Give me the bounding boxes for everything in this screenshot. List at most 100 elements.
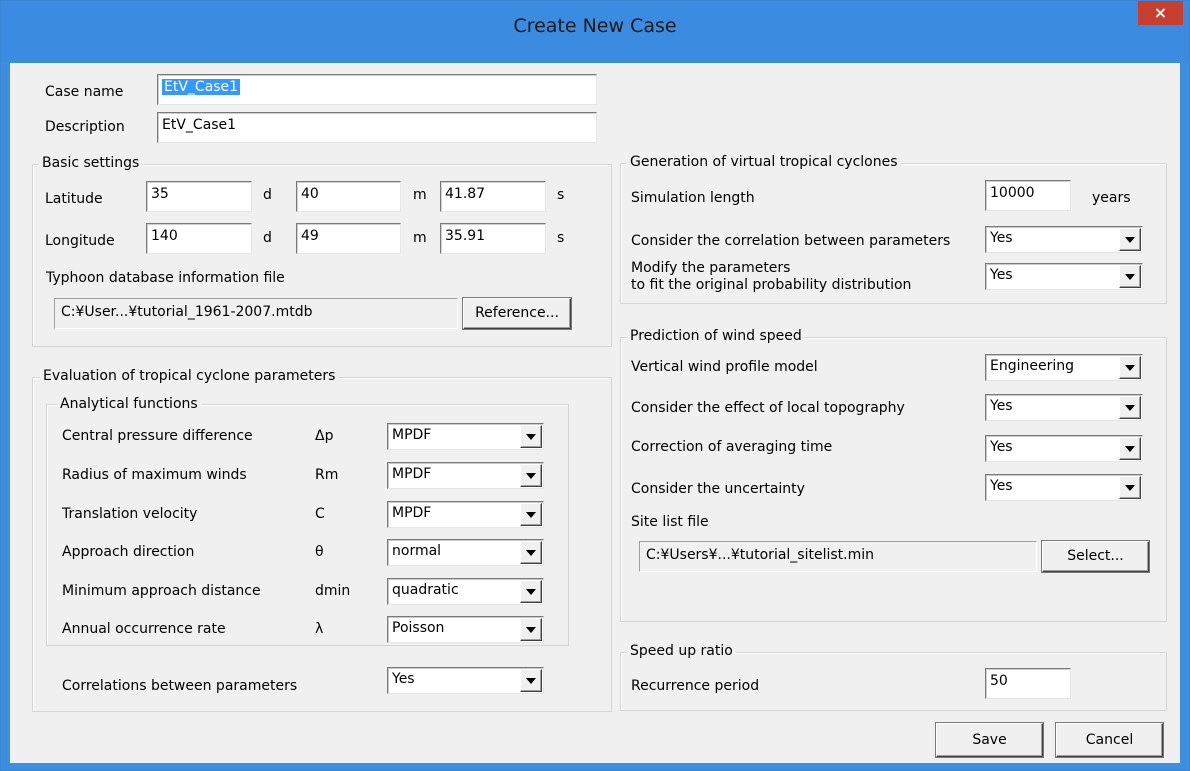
uncertainty-label: Consider the uncertainty bbox=[631, 481, 805, 497]
param-select-value: MPDF bbox=[392, 427, 432, 443]
reference-button[interactable]: Reference... bbox=[463, 298, 571, 329]
correlations-label: Correlations between parameters bbox=[62, 678, 298, 694]
minutes-unit: m bbox=[413, 230, 427, 246]
param-label: Annual occurrence rate bbox=[62, 621, 226, 637]
param-symbol: Rm bbox=[315, 467, 339, 483]
seconds-unit: s bbox=[557, 187, 565, 203]
chevron-down-icon[interactable] bbox=[520, 541, 542, 564]
param-label: Radius of maximum winds bbox=[62, 467, 247, 483]
longitude-minutes-input[interactable]: 49 bbox=[296, 223, 401, 254]
cancel-button[interactable]: Cancel bbox=[1056, 723, 1163, 757]
param-select[interactable]: normal bbox=[387, 539, 544, 566]
param-select-value: MPDF bbox=[392, 466, 432, 482]
latitude-label: Latitude bbox=[45, 191, 103, 207]
param-select-value: quadratic bbox=[392, 582, 459, 598]
chevron-down-icon[interactable] bbox=[1119, 265, 1141, 288]
param-select[interactable]: Poisson bbox=[387, 616, 544, 643]
select-button[interactable]: Select... bbox=[1042, 541, 1149, 572]
dialog-body: Case name EtV_Case1 Description EtV_Case… bbox=[10, 63, 1180, 763]
simulation-length-label: Simulation length bbox=[631, 190, 755, 206]
averaging-time-select[interactable]: Yes bbox=[985, 435, 1143, 462]
profile-model-select-value: Engineering bbox=[990, 358, 1074, 374]
seconds-unit: s bbox=[557, 230, 565, 246]
case-name-value: EtV_Case1 bbox=[162, 79, 241, 95]
latitude-minutes-input[interactable]: 40 bbox=[296, 181, 401, 212]
param-label: Minimum approach distance bbox=[62, 583, 261, 599]
save-button[interactable]: Save bbox=[936, 723, 1043, 757]
chevron-down-icon[interactable] bbox=[520, 464, 542, 487]
longitude-degrees-input[interactable]: 140 bbox=[146, 223, 252, 254]
title-bar[interactable]: Create New Case × bbox=[1, 1, 1189, 63]
param-label: Central pressure difference bbox=[62, 428, 253, 444]
degrees-unit: d bbox=[263, 230, 272, 246]
database-file-path: C:¥User...¥tutorial_1961-2007.mtdb bbox=[54, 298, 458, 329]
chevron-down-icon[interactable] bbox=[520, 580, 542, 603]
dialog-window: Create New Case × Case name EtV_Case1 De… bbox=[0, 0, 1190, 771]
simulation-length-input[interactable]: 10000 bbox=[985, 180, 1071, 211]
profile-model-label: Vertical wind profile model bbox=[631, 359, 818, 375]
recurrence-period-input[interactable]: 50 bbox=[985, 668, 1071, 699]
averaging-time-select-value: Yes bbox=[990, 439, 1013, 455]
modify-select-value: Yes bbox=[990, 267, 1013, 283]
param-symbol: C bbox=[315, 506, 325, 522]
chevron-down-icon[interactable] bbox=[520, 425, 542, 448]
param-label: Translation velocity bbox=[62, 506, 198, 522]
chevron-down-icon[interactable] bbox=[520, 669, 542, 692]
latitude-seconds-input[interactable]: 41.87 bbox=[440, 181, 546, 212]
recurrence-period-label: Recurrence period bbox=[631, 678, 760, 694]
dialog-title: Create New Case bbox=[513, 15, 677, 37]
correlations-select-value: Yes bbox=[392, 671, 415, 687]
description-label: Description bbox=[45, 119, 125, 135]
param-label: Approach direction bbox=[62, 544, 195, 560]
degrees-unit: d bbox=[263, 187, 272, 203]
param-select-value: Poisson bbox=[392, 620, 445, 636]
chevron-down-icon[interactable] bbox=[1119, 476, 1141, 499]
generation-title: Generation of virtual tropical cyclones bbox=[627, 154, 901, 170]
modify-label-line1: Modify the parameters bbox=[631, 260, 791, 276]
correlation-select[interactable]: Yes bbox=[985, 226, 1143, 253]
case-name-input[interactable]: EtV_Case1 bbox=[157, 74, 597, 105]
close-icon: × bbox=[1153, 3, 1168, 22]
param-select[interactable]: MPDF bbox=[387, 423, 544, 450]
simulation-length-unit: years bbox=[1092, 190, 1131, 206]
correlation-select-value: Yes bbox=[990, 230, 1013, 246]
param-select[interactable]: MPDF bbox=[387, 501, 544, 528]
averaging-time-label: Correction of averaging time bbox=[631, 439, 833, 455]
close-button[interactable]: × bbox=[1138, 1, 1183, 25]
basic-settings-title: Basic settings bbox=[39, 155, 143, 171]
param-select[interactable]: quadratic bbox=[387, 578, 544, 605]
param-symbol: λ bbox=[315, 621, 324, 637]
uncertainty-select-value: Yes bbox=[990, 478, 1013, 494]
analytical-functions-title: Analytical functions bbox=[57, 396, 201, 412]
latitude-degrees-input[interactable]: 35 bbox=[146, 181, 252, 212]
chevron-down-icon[interactable] bbox=[1119, 437, 1141, 460]
topography-select-value: Yes bbox=[990, 398, 1013, 414]
site-list-label: Site list file bbox=[631, 514, 709, 530]
database-file-label: Typhoon database information file bbox=[46, 270, 285, 286]
minutes-unit: m bbox=[413, 187, 427, 203]
evaluation-title: Evaluation of tropical cyclone parameter… bbox=[40, 368, 339, 384]
param-select-value: MPDF bbox=[392, 505, 432, 521]
case-name-label: Case name bbox=[45, 84, 124, 100]
uncertainty-select[interactable]: Yes bbox=[985, 474, 1143, 501]
chevron-down-icon[interactable] bbox=[520, 503, 542, 526]
prediction-title: Prediction of wind speed bbox=[627, 328, 805, 344]
chevron-down-icon[interactable] bbox=[520, 618, 542, 641]
correlation-label: Consider the correlation between paramet… bbox=[631, 233, 951, 249]
modify-select[interactable]: Yes bbox=[985, 263, 1143, 290]
param-symbol: θ bbox=[315, 544, 324, 560]
chevron-down-icon[interactable] bbox=[1119, 356, 1141, 379]
correlations-select[interactable]: Yes bbox=[387, 667, 544, 694]
param-symbol: dmin bbox=[315, 583, 351, 599]
description-input[interactable]: EtV_Case1 bbox=[157, 112, 597, 143]
speedup-title: Speed up ratio bbox=[627, 643, 736, 659]
longitude-seconds-input[interactable]: 35.91 bbox=[440, 223, 546, 254]
longitude-label: Longitude bbox=[45, 233, 115, 249]
chevron-down-icon[interactable] bbox=[1119, 228, 1141, 251]
param-select[interactable]: MPDF bbox=[387, 462, 544, 489]
param-symbol: Δp bbox=[315, 428, 334, 444]
topography-select[interactable]: Yes bbox=[985, 394, 1143, 421]
chevron-down-icon[interactable] bbox=[1119, 396, 1141, 419]
param-select-value: normal bbox=[392, 543, 442, 559]
profile-model-select[interactable]: Engineering bbox=[985, 354, 1143, 381]
